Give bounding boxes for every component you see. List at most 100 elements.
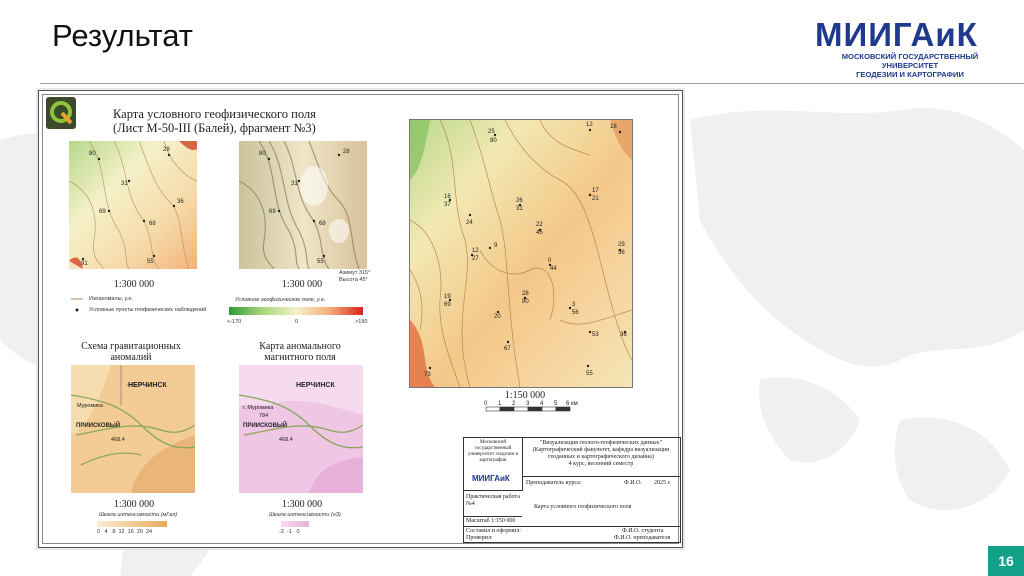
field-legend-title: Условное геофизическое поле, у.е. bbox=[235, 297, 326, 303]
height-label: Высота 45° bbox=[339, 277, 368, 283]
stamp-map-name: Карта условного геофизического поля bbox=[534, 504, 632, 510]
map-poster: Карта условного геофизического поля (Лис… bbox=[38, 90, 683, 548]
gravity-scale-label: 1:300 000 bbox=[113, 499, 155, 510]
gravity-legend-ticks: 0 4 8 12 16 20 24 bbox=[97, 529, 177, 535]
svg-text:68: 68 bbox=[149, 221, 156, 227]
svg-text:67: 67 bbox=[504, 346, 511, 352]
stamp-course-block: "Визуализация геолого-геофизических данн… bbox=[524, 440, 678, 468]
legend-isoanomalies: Изоаномалы, у.е. bbox=[89, 296, 133, 302]
svg-text:91: 91 bbox=[81, 261, 88, 267]
stamp-logo: МИИГАиК bbox=[472, 474, 510, 483]
svg-text:16: 16 bbox=[444, 194, 451, 200]
elevation-label-gravity: 468.4 bbox=[111, 437, 125, 443]
svg-text:31: 31 bbox=[121, 181, 128, 187]
magnetic-anomaly-map: НЕРЧИНСК г. Муромика 784 ПРИИСКОВЫЙ 468.… bbox=[239, 365, 363, 493]
scale-tick: 0 bbox=[484, 401, 488, 407]
svg-text:69: 69 bbox=[99, 209, 106, 215]
title-block-stamp: Московский государственный университет г… bbox=[463, 437, 681, 543]
svg-text:80: 80 bbox=[259, 151, 266, 157]
gravity-tick: 20 bbox=[136, 529, 143, 535]
gravity-tick: 0 bbox=[97, 529, 101, 535]
magnetic-tick: -2 bbox=[279, 529, 284, 535]
svg-text:28: 28 bbox=[163, 147, 170, 153]
settlement-label-magnetic: ПРИИСКОВЫЙ bbox=[243, 421, 287, 429]
logo-line1: МОСКОВСКИЙ ГОСУДАРСТВЕННЫЙ УНИВЕРСИТЕТ bbox=[841, 52, 979, 70]
scale-tick: 2 bbox=[512, 401, 516, 407]
gravity-legend-title: Шкала интенсивности (мГал) bbox=[99, 512, 178, 518]
stamp-university: Московский государственный университет г… bbox=[467, 440, 519, 463]
place-label-magnetic: г. Муромика bbox=[243, 405, 274, 411]
svg-text:12: 12 bbox=[586, 122, 593, 128]
svg-text:44: 44 bbox=[550, 266, 557, 272]
stamp-course-title: "Визуализация геолого-геофизических данн… bbox=[539, 440, 663, 446]
scale-tick: 4 bbox=[540, 401, 544, 407]
gravity-legend-ramp bbox=[97, 521, 167, 527]
svg-text:31: 31 bbox=[516, 206, 523, 212]
gravity-tick: 4 bbox=[104, 529, 108, 535]
university-logo: МИИГАиК МОСКОВСКИЙ ГОСУДАРСТВЕННЫЙ УНИВЕ… bbox=[815, 16, 1005, 80]
field-legend-max: >190 bbox=[355, 319, 368, 325]
scale-bar: 0 1 2 3 4 5 6 км bbox=[484, 401, 578, 412]
svg-text:45: 45 bbox=[536, 230, 543, 236]
svg-text:55: 55 bbox=[317, 259, 324, 265]
small-map-contours: 80 28 31 69 68 36 55 91 bbox=[69, 141, 197, 269]
svg-text:21: 21 bbox=[592, 196, 599, 202]
magnetic-scale-label: 1:300 000 bbox=[281, 499, 323, 510]
svg-text:80: 80 bbox=[522, 299, 529, 305]
poster-title-line1: Карта условного геофизического поля bbox=[113, 107, 316, 121]
svg-text:12: 12 bbox=[472, 248, 479, 254]
gravity-tick: 12 bbox=[118, 529, 125, 535]
svg-text:28: 28 bbox=[522, 291, 529, 297]
svg-text:37: 37 bbox=[444, 202, 451, 208]
azimuth-label: Азимут 315° bbox=[339, 270, 371, 276]
legend-symbols bbox=[71, 298, 83, 312]
svg-text:28: 28 bbox=[343, 149, 350, 155]
gravity-tick: 24 bbox=[146, 529, 153, 535]
scale-tick: 5 bbox=[554, 401, 558, 407]
svg-text:17: 17 bbox=[592, 188, 599, 194]
magnetic-legend-ramp bbox=[281, 521, 309, 527]
poster-title-line2: (Лист M-50-III (Балей), фрагмент №3) bbox=[113, 121, 316, 135]
svg-text:68: 68 bbox=[319, 221, 326, 227]
svg-text:24: 24 bbox=[466, 220, 473, 226]
magnetic-tick: 0 bbox=[296, 529, 300, 535]
svg-text:29: 29 bbox=[618, 242, 625, 248]
field-color-ramp bbox=[229, 307, 363, 315]
stamp-bottom-divider bbox=[464, 526, 680, 527]
svg-text:18: 18 bbox=[610, 124, 617, 130]
slide-title: Результат bbox=[52, 18, 193, 53]
height-784-label: 784 bbox=[259, 413, 268, 419]
magnetic-legend-ticks: -2 -1 0 bbox=[279, 529, 300, 535]
settlement-label-gravity: ПРИИСКОВЫЙ bbox=[76, 421, 120, 429]
logo-wordmark: МИИГАиК bbox=[815, 16, 978, 53]
qgis-icon bbox=[46, 97, 76, 129]
svg-text:69: 69 bbox=[444, 302, 451, 308]
stamp-course-sub: (Картографический факультет, кафедра виз… bbox=[532, 447, 670, 460]
gravity-tick: 16 bbox=[127, 529, 134, 535]
small-map-hillshade: 80 28 31 69 68 55 bbox=[239, 141, 367, 269]
stamp-scale: Масштаб 1:150 000 bbox=[466, 518, 516, 524]
svg-text:19: 19 bbox=[444, 294, 451, 300]
scale-label-left: 1:300 000 bbox=[113, 279, 155, 290]
poster-title: Карта условного геофизического поля (Лис… bbox=[113, 107, 316, 135]
svg-text:20: 20 bbox=[494, 314, 501, 320]
gravity-map-title: Схема гравитационных аномалий bbox=[81, 341, 181, 363]
town-label-magnetic: НЕРЧИНСК bbox=[296, 382, 335, 389]
town-label-gravity: НЕРЧИНСК bbox=[128, 382, 167, 389]
stamp-teacher: Ф.И.О. преподавателя bbox=[614, 535, 671, 541]
magnetic-legend-title: Шкала интенсивности (нЗ) bbox=[269, 512, 341, 518]
place-label-gravity: Муромика bbox=[77, 403, 104, 409]
scale-tick: 6 км bbox=[566, 401, 578, 407]
field-legend-mid: 0 bbox=[295, 319, 299, 325]
svg-text:36: 36 bbox=[620, 332, 627, 338]
svg-text:73: 73 bbox=[424, 372, 431, 378]
svg-text:25: 25 bbox=[488, 129, 495, 135]
stamp-work: Практическая работа №4 bbox=[466, 494, 520, 507]
elevation-label-magnetic: 468.4 bbox=[279, 437, 293, 443]
svg-text:36: 36 bbox=[177, 199, 184, 205]
field-legend-min: <-170 bbox=[227, 319, 242, 325]
stamp-made-label: Составил и оформил: bbox=[466, 528, 521, 534]
gravity-tick: 8 bbox=[112, 529, 116, 535]
geophysical-field-map: 25 80 12 18 16 37 26 31 17 21 24 22 45 12 27 9… bbox=[409, 119, 633, 388]
svg-text:56: 56 bbox=[572, 310, 579, 316]
